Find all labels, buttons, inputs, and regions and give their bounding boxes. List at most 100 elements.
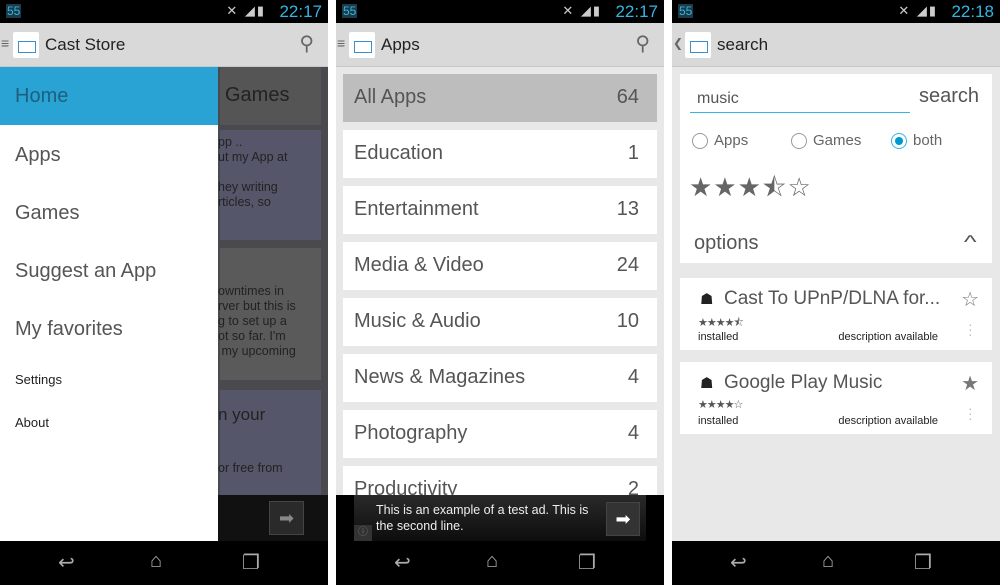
app-title: Cast Store: [45, 35, 126, 54]
result-description: description available: [838, 415, 938, 427]
dimmed-home-content: Games pp .. ut my App at hey writing rti…: [0, 67, 328, 541]
drawer-item-suggest[interactable]: Suggest an App: [15, 260, 156, 283]
menu-icon[interactable]: ≡: [337, 35, 345, 51]
bg-card-text: or free from: [218, 461, 283, 475]
drawer-item-favorites[interactable]: My favorites: [15, 318, 123, 341]
radio-circle: [791, 133, 807, 150]
category-all-apps[interactable]: All Apps 64: [343, 74, 657, 122]
category-photography[interactable]: Photography 4: [343, 410, 657, 458]
category-label: Music & Audio: [354, 310, 481, 332]
home-icon[interactable]: ⌂: [822, 550, 834, 573]
arrow-right-icon: ➡: [269, 501, 304, 535]
home-icon[interactable]: ⌂: [150, 550, 162, 573]
search-icon[interactable]: ⚲: [299, 31, 314, 56]
result-description: description available: [838, 331, 938, 343]
star-filled-icon[interactable]: ★: [961, 371, 979, 396]
menu-icon[interactable]: ≡: [1, 35, 9, 51]
action-bar: ❮ search: [672, 23, 1000, 67]
category-entertainment[interactable]: Entertainment 13: [343, 186, 657, 234]
category-label: All Apps: [354, 86, 427, 108]
category-media-video[interactable]: Media & Video 24: [343, 242, 657, 290]
info-icon[interactable]: ⓘ: [354, 525, 372, 541]
radio-apps[interactable]: Apps: [692, 132, 749, 150]
overflow-menu-icon[interactable]: · · ·: [968, 401, 973, 425]
bg-card-text: pp .. ut my App at hey writing rticles, …: [218, 135, 288, 209]
result-card[interactable]: ☗ Google Play Music ★★★★☆ installed desc…: [680, 362, 992, 434]
category-count: 10: [616, 310, 639, 332]
radio-both[interactable]: both: [891, 132, 942, 150]
bg-card-title: n your: [218, 405, 266, 424]
result-card[interactable]: ☗ Cast To UPnP/DLNA for... ★★★★⯪ install…: [680, 278, 992, 350]
search-button[interactable]: search: [919, 85, 979, 108]
phone-screen-search: 55 ✕ ◢▮ 22:18 ❮ search music search Apps…: [672, 0, 1000, 585]
search-input-value: music: [697, 90, 739, 107]
bg-header-tile: Games: [220, 67, 321, 125]
clock: 22:17: [615, 2, 658, 21]
recents-icon[interactable]: ❐: [242, 550, 260, 575]
screen-title: Apps: [381, 35, 420, 54]
status-bar: 55 ✕ ◢▮ 22:17: [0, 0, 328, 23]
back-icon[interactable]: ↩: [394, 550, 411, 575]
ad-arrow-button[interactable]: ➡: [606, 502, 640, 536]
category-label: Education: [354, 142, 443, 164]
radio-label: Apps: [714, 132, 749, 149]
arrow-right-icon: ➡: [615, 509, 631, 529]
drawer-item-games[interactable]: Games: [15, 202, 79, 225]
category-count: 13: [616, 198, 639, 220]
app-logo-icon[interactable]: [13, 32, 39, 58]
star-outline-icon[interactable]: ☆: [961, 287, 979, 312]
status-bar: 55 ✕ ◢▮ 22:18: [672, 0, 1000, 23]
options-label[interactable]: options: [694, 232, 759, 255]
action-bar: ≡ Apps ⚲: [336, 23, 664, 67]
category-count: 64: [616, 86, 639, 108]
category-count: 4: [627, 366, 639, 388]
bg-header-text: Games: [225, 84, 290, 106]
radio-circle: [692, 133, 708, 150]
app-logo-icon[interactable]: [685, 32, 711, 58]
recents-icon[interactable]: ❐: [914, 550, 932, 575]
clock: 22:18: [951, 2, 994, 21]
category-count: 24: [616, 254, 639, 276]
nav-bar: ↩ ⌂ ❐: [0, 541, 328, 585]
chevron-up-icon[interactable]: ^: [963, 232, 976, 253]
result-name: Cast To UPnP/DLNA for...: [724, 288, 941, 309]
category-music-audio[interactable]: Music & Audio 10: [343, 298, 657, 346]
search-content: music search Apps Games both ★★★⯪☆ optio…: [672, 67, 1000, 541]
notification-count: 55: [6, 4, 22, 18]
screen-title: search: [717, 35, 769, 54]
ad-banner[interactable]: ⓘ This is an example of a test ad. This …: [336, 495, 664, 541]
phone-screen-apps: 55 ✕ ◢▮ 22:17 ≡ Apps ⚲ All Apps 64 Educat…: [336, 0, 664, 585]
category-label: Media & Video: [354, 254, 484, 276]
category-education[interactable]: Education 1: [343, 130, 657, 178]
radio-games[interactable]: Games: [791, 132, 862, 150]
min-rating-bar[interactable]: ★★★⯪☆: [689, 169, 812, 213]
back-icon[interactable]: ↩: [730, 550, 747, 575]
notification-count: 55: [678, 4, 694, 18]
back-icon[interactable]: ↩: [58, 550, 75, 575]
nav-bar: ↩ ⌂ ❐: [336, 541, 664, 585]
drawer-item-apps[interactable]: Apps: [15, 144, 61, 167]
category-list: All Apps 64 Education 1 Entertainment 13 Me…: [336, 67, 664, 541]
drawer-item-about[interactable]: About: [15, 415, 49, 430]
home-icon[interactable]: ⌂: [486, 550, 498, 573]
category-label: Photography: [354, 422, 468, 444]
app-logo-icon[interactable]: [349, 32, 375, 58]
ad-text: This is an example of a test ad. This is…: [376, 503, 589, 533]
search-input[interactable]: music: [690, 86, 910, 113]
back-chevron-icon[interactable]: ❮: [673, 36, 683, 50]
category-news[interactable]: News & Magazines 4: [343, 354, 657, 402]
android-icon: ☗: [700, 291, 714, 308]
recents-icon[interactable]: ❐: [578, 550, 596, 575]
status-icons: ✕ ◢▮: [562, 3, 602, 18]
status-icons: ✕ ◢▮: [898, 3, 938, 18]
overflow-menu-icon[interactable]: · · ·: [968, 317, 973, 341]
status-icons: ✕ ◢▮: [226, 3, 266, 18]
drawer-item-home[interactable]: Home: [0, 67, 218, 125]
drawer-item-label: Home: [15, 85, 69, 107]
bg-card-text: owntimes in rver but this is g to set up…: [218, 284, 296, 358]
radio-label: Games: [813, 132, 862, 149]
drawer-item-settings[interactable]: Settings: [15, 372, 62, 387]
result-name: Google Play Music: [724, 372, 883, 393]
search-icon[interactable]: ⚲: [635, 31, 650, 56]
radio-circle-checked: [891, 133, 907, 150]
